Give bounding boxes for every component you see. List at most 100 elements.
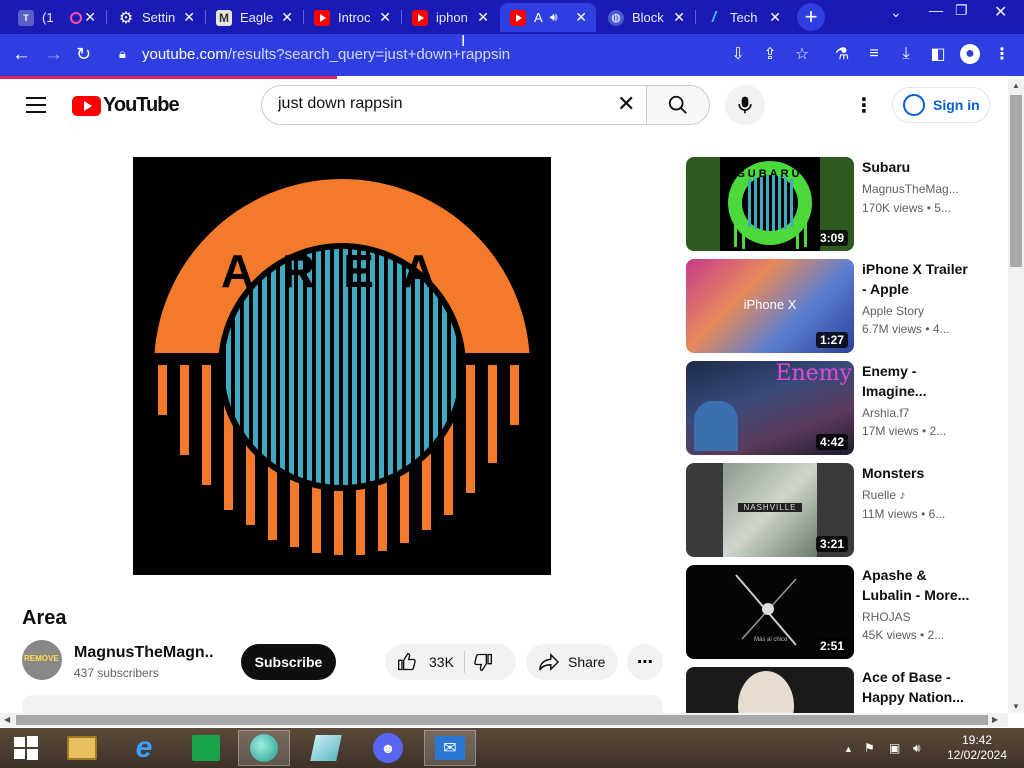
volume-icon[interactable]: 🔊︎ <box>913 741 921 756</box>
tab-youtube-intro[interactable]: Introc ✕ <box>304 3 400 32</box>
close-tab-icon[interactable]: ✕ <box>477 9 489 26</box>
scroll-up-icon[interactable]: ▲ <box>1012 81 1020 90</box>
share-page-icon[interactable]: ⇪ <box>760 44 780 64</box>
youtube-logo[interactable]: YouTube <box>72 94 180 117</box>
tab-settings[interactable]: ⚙ Settin ✕ <box>108 3 204 32</box>
scrollbar-thumb[interactable] <box>16 715 988 725</box>
bookmark-star-icon[interactable]: ☆ <box>792 44 812 64</box>
tab-tech[interactable]: / Tech ✕ <box>696 3 790 32</box>
related-thumbnail[interactable]: iPhone X 1:27 <box>686 259 854 353</box>
video-artwork: AREA <box>154 179 530 555</box>
notes-taskbar-button[interactable] <box>300 730 352 766</box>
related-title: Apashe & Lubalin - More... <box>862 567 970 603</box>
close-tab-icon[interactable]: ✕ <box>379 9 391 26</box>
media-queue-icon[interactable]: ≡ <box>864 44 884 64</box>
restore-button[interactable]: ❐ <box>955 2 968 19</box>
close-tab-icon[interactable]: ✕ <box>769 9 781 26</box>
close-tab-icon[interactable]: ✕ <box>183 9 195 26</box>
minimize-button[interactable]: — <box>929 2 943 18</box>
related-thumbnail[interactable] <box>686 667 854 713</box>
flag-icon[interactable]: ⚑ <box>864 741 875 755</box>
scroll-right-icon[interactable]: ▶ <box>992 715 998 724</box>
mail-taskbar-button[interactable]: ✉ <box>424 730 476 766</box>
search-input[interactable] <box>278 95 598 113</box>
description-box[interactable] <box>22 695 662 715</box>
network-icon[interactable]: ▣ <box>889 741 900 755</box>
discord-taskbar-button[interactable]: ☻ <box>362 730 414 766</box>
thumbnail-text: Más al chico <box>754 637 788 643</box>
speaker-icon[interactable]: 🔊︎ <box>550 10 558 25</box>
video-player[interactable]: AREA <box>133 157 551 575</box>
thumbs-down-icon[interactable] <box>473 652 493 672</box>
file-explorer-taskbar-button[interactable] <box>56 730 108 766</box>
channel-name[interactable]: MagnusTheMagn... <box>74 644 214 662</box>
horizontal-scrollbar[interactable]: ◀ ▶ <box>0 713 1008 727</box>
scroll-down-icon[interactable]: ▼ <box>1012 702 1020 711</box>
related-channel: MagnusTheMag... <box>862 182 959 196</box>
start-button[interactable] <box>0 730 52 766</box>
tab-youtube-area[interactable]: A 🔊︎ ✕ <box>500 3 596 32</box>
related-video[interactable]: NASHVILLE 3:21 Monsters Ruelle ♪ 11M vie… <box>686 463 986 557</box>
related-video[interactable]: Más al chico 2:51 Apashe & Lubalin - Mor… <box>686 565 986 659</box>
browser-app-icon <box>250 734 278 762</box>
profile-icon[interactable]: ● <box>960 44 980 64</box>
more-actions-button[interactable]: ⋯ <box>627 644 663 680</box>
store-taskbar-button[interactable] <box>180 730 232 766</box>
internet-explorer-taskbar-button[interactable]: e <box>118 730 170 766</box>
tab-gmail[interactable]: M Eagle ✕ <box>206 3 302 32</box>
like-button[interactable]: 33K <box>385 644 463 680</box>
clock-date: 12/02/2024 <box>946 748 1008 762</box>
thumbnail-face <box>738 671 794 713</box>
sign-in-button[interactable]: Sign in <box>892 87 990 123</box>
install-app-icon[interactable]: ⇩ <box>728 44 748 64</box>
related-thumbnail[interactable]: Enemy 4:42 <box>686 361 854 455</box>
discord-icon: ☻ <box>373 733 403 763</box>
browser-taskbar-button[interactable] <box>238 730 290 766</box>
tab-teams[interactable]: T (1 ✕ <box>8 3 105 32</box>
settings-more-icon[interactable]: ⋮ <box>854 93 874 118</box>
channel-avatar[interactable]: REMOVE <box>22 640 62 680</box>
related-title: Ace of Base - Happy Nation... <box>862 669 964 705</box>
related-video[interactable]: iPhone X 1:27 iPhone X Trailer - Apple A… <box>686 259 986 353</box>
related-video[interactable]: Ace of Base - Happy Nation... <box>686 667 986 713</box>
new-tab-button[interactable]: + <box>797 3 825 31</box>
tab-search-icon[interactable]: ⌄ <box>890 4 902 21</box>
side-panel-icon[interactable]: ◧ <box>928 44 948 64</box>
subscribe-button[interactable]: Subscribe <box>241 644 336 680</box>
lock-icon[interactable]: 🔒︎ <box>119 46 126 62</box>
reload-button[interactable]: ↻ <box>76 44 91 65</box>
close-tab-icon[interactable]: ✕ <box>84 9 96 26</box>
tab-youtube-iphone[interactable]: iphon ✕ <box>402 3 498 32</box>
scroll-left-icon[interactable]: ◀ <box>4 715 10 724</box>
tab-block[interactable]: ◍ Block ✕ <box>598 3 694 32</box>
experiments-icon[interactable]: ⚗ <box>832 44 852 64</box>
close-tab-icon[interactable]: ✕ <box>281 9 293 26</box>
back-button[interactable]: ← <box>12 44 31 66</box>
search-button[interactable] <box>646 85 710 125</box>
related-thumbnail[interactable]: Más al chico 2:51 <box>686 565 854 659</box>
voice-search-button[interactable] <box>725 85 765 125</box>
url-text[interactable]: youtube.com/results?search_query=just+do… <box>142 46 510 63</box>
related-channel-row: Ruelle ♪ <box>862 488 905 502</box>
chrome-menu-icon[interactable]: ⋮ <box>992 44 1012 64</box>
share-button[interactable]: Share <box>526 644 618 680</box>
related-thumbnail[interactable]: SUBARU 3:09 <box>686 157 854 251</box>
related-video[interactable]: Enemy 4:42 Enemy - Imagine... Arshia.f7 … <box>686 361 986 455</box>
windows-logo-icon <box>14 736 38 760</box>
vertical-scrollbar[interactable]: ▲ ▼ <box>1008 79 1024 713</box>
show-hidden-icons[interactable]: ▲ <box>844 744 853 754</box>
close-tab-icon[interactable]: ✕ <box>575 9 587 26</box>
close-tab-icon[interactable]: ✕ <box>673 9 685 26</box>
downloads-icon[interactable]: ⤓ <box>896 44 916 64</box>
share-icon <box>539 652 560 672</box>
close-window-button[interactable]: ✕ <box>994 2 1007 22</box>
related-video[interactable]: SUBARU 3:09 Subaru MagnusTheMag... 170K … <box>686 157 986 251</box>
account-icon <box>903 94 925 116</box>
clear-search-icon[interactable]: ✕ <box>617 91 635 117</box>
thumbnail-text: NASHVILLE <box>738 503 802 512</box>
forward-button[interactable]: → <box>44 44 63 66</box>
system-clock[interactable]: 19:42 12/02/2024 <box>944 733 1010 763</box>
menu-icon[interactable] <box>26 97 46 113</box>
scrollbar-thumb[interactable] <box>1010 95 1022 267</box>
related-thumbnail[interactable]: NASHVILLE 3:21 <box>686 463 854 557</box>
